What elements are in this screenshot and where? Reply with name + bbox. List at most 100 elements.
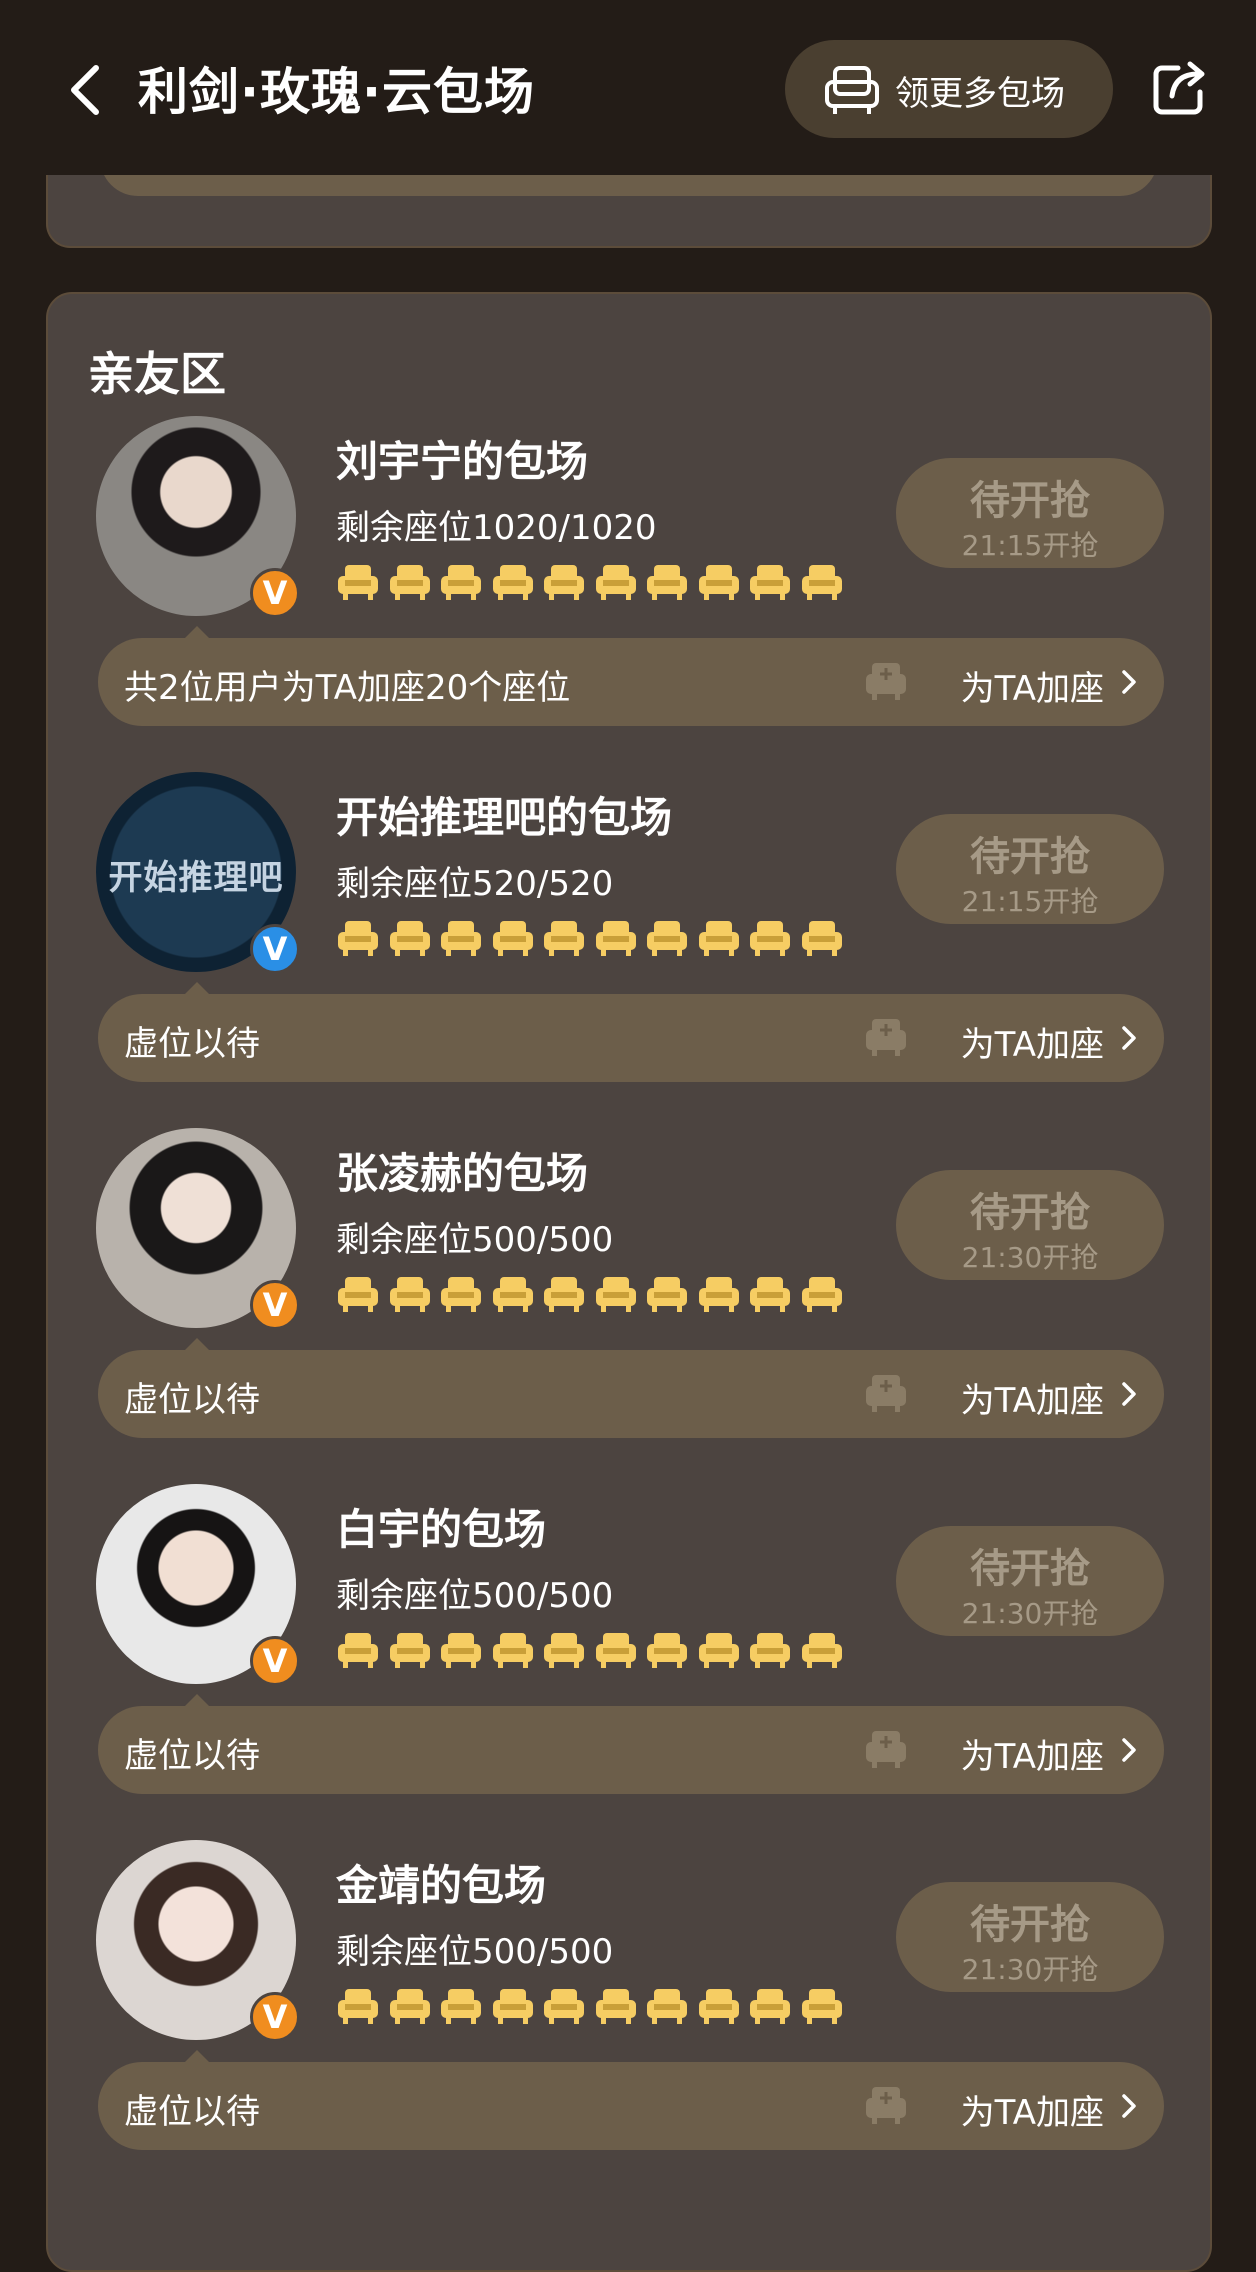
top-bar: 利剑·玫瑰·云包场 领更多包场: [0, 0, 1256, 175]
screening-name[interactable]: 开始推理吧的包场: [336, 784, 672, 845]
seat-icon: [542, 562, 586, 602]
add-seat-button[interactable]: 为TA加座: [866, 2080, 1138, 2133]
seat-icon: [748, 1630, 792, 1670]
seat-icon: [388, 1274, 432, 1314]
add-seat-info: 虚位以待: [124, 1736, 260, 1776]
chevron-right-icon: [1120, 1024, 1138, 1052]
seat-icon: [388, 1986, 432, 2026]
add-seat-icon: [864, 1372, 908, 1414]
share-icon[interactable]: [1152, 58, 1208, 118]
grab-button[interactable]: 待开抢 21:30开抢: [896, 1526, 1164, 1636]
seat-icon: [491, 918, 535, 958]
screening-name[interactable]: 刘宇宁的包场: [336, 428, 588, 489]
seat-icons: [336, 1986, 846, 2026]
screening-name[interactable]: 白宇的包场: [336, 1496, 546, 1557]
seat-icon: [594, 562, 638, 602]
chevron-right-icon: [1120, 1380, 1138, 1408]
screening-item: V 刘宇宁的包场 剩余座位1020/1020 待开抢 21:15开抢 共2位用户…: [48, 416, 1214, 736]
seat-icon: [800, 562, 844, 602]
seat-icon: [491, 1274, 535, 1314]
seat-icon: [336, 1986, 380, 2026]
chevron-right-icon: [1120, 668, 1138, 696]
remaining-seats: 剩余座位500/500: [336, 1220, 614, 1260]
seat-icon: [645, 918, 689, 958]
get-more-screenings-button[interactable]: 领更多包场: [785, 40, 1113, 138]
add-seat-button[interactable]: 为TA加座: [866, 1724, 1138, 1777]
seat-icon: [594, 1986, 638, 2026]
screening-item: V 金靖的包场 剩余座位500/500 待开抢 21:30开抢 虚位以待 为TA…: [48, 1840, 1214, 2160]
seat-icons: [336, 918, 846, 958]
seat-icon: [594, 1274, 638, 1314]
seat-icon: [594, 918, 638, 958]
seat-icon: [697, 1630, 741, 1670]
grab-button[interactable]: 待开抢 21:30开抢: [896, 1882, 1164, 1992]
add-seat-label: 为TA加座: [960, 1381, 1104, 1421]
screening-item: V 张凌赫的包场 剩余座位500/500 待开抢 21:30开抢 虚位以待 为T…: [48, 1128, 1214, 1448]
seat-icon: [388, 562, 432, 602]
seat-icon: [336, 918, 380, 958]
grab-button[interactable]: 待开抢 21:30开抢: [896, 1170, 1164, 1280]
screening-item: 开始推理吧 V 开始推理吧的包场 剩余座位520/520 待开抢 21:15开抢…: [48, 772, 1214, 1092]
grab-status: 待开抢: [970, 834, 1090, 880]
avatar-text: 开始推理吧: [108, 858, 284, 898]
seat-icon: [542, 918, 586, 958]
friends-section: 亲友区 V 刘宇宁的包场 剩余座位1020/1020 待开抢 21:15开抢 共…: [46, 292, 1212, 2272]
seat-icon: [439, 562, 483, 602]
verified-badge-icon: V: [250, 924, 300, 974]
add-seat-bar: 虚位以待 为TA加座: [98, 2062, 1164, 2150]
screening-name[interactable]: 张凌赫的包场: [336, 1140, 588, 1201]
grab-time: 21:30开抢: [961, 1953, 1099, 1986]
grab-button[interactable]: 待开抢 21:15开抢: [896, 814, 1164, 924]
screening-name[interactable]: 金靖的包场: [336, 1852, 546, 1913]
add-seat-icon: [864, 2084, 908, 2126]
add-seat-info: 虚位以待: [124, 2092, 260, 2132]
seat-icon: [491, 1630, 535, 1670]
seat-icon: [542, 1986, 586, 2026]
add-seat-label: 为TA加座: [960, 1737, 1104, 1777]
page-title: 利剑·玫瑰·云包场: [138, 63, 535, 121]
seat-icons: [336, 1274, 846, 1314]
remaining-seats: 剩余座位520/520: [336, 864, 614, 904]
grab-time: 21:30开抢: [961, 1597, 1099, 1630]
add-seat-icon: [864, 1016, 908, 1058]
seat-icon: [800, 1630, 844, 1670]
seat-icon: [645, 1630, 689, 1670]
seat-icon: [748, 1274, 792, 1314]
grab-time: 21:30开抢: [961, 1241, 1099, 1274]
verified-badge-icon: V: [250, 1280, 300, 1330]
grab-time: 21:15开抢: [961, 885, 1099, 918]
add-seat-bar: 虚位以待 为TA加座: [98, 1350, 1164, 1438]
add-seat-icon: [864, 1728, 908, 1770]
remaining-seats: 剩余座位500/500: [336, 1576, 614, 1616]
add-seat-label: 为TA加座: [960, 2093, 1104, 2133]
seat-icon: [748, 918, 792, 958]
add-seat-button[interactable]: 为TA加座: [866, 656, 1138, 709]
verified-badge-icon: V: [250, 1636, 300, 1686]
seat-icons: [336, 1630, 846, 1670]
verified-badge-icon: V: [250, 1992, 300, 2042]
grab-status: 待开抢: [970, 1902, 1090, 1948]
add-seat-info: 共2位用户为TA加座20个座位: [124, 668, 571, 708]
add-seat-button[interactable]: 为TA加座: [866, 1012, 1138, 1065]
seat-icon: [439, 918, 483, 958]
seat-icon: [800, 918, 844, 958]
verified-badge-icon: V: [250, 568, 300, 618]
seat-icon: [697, 1986, 741, 2026]
back-arrow-icon[interactable]: [62, 60, 112, 120]
chevron-right-icon: [1120, 1736, 1138, 1764]
grab-time: 21:15开抢: [961, 529, 1099, 562]
seat-icon: [491, 1986, 535, 2026]
seat-icons: [336, 562, 846, 602]
seat-icon: [697, 918, 741, 958]
grab-button[interactable]: 待开抢 21:15开抢: [896, 458, 1164, 568]
seat-icon: [439, 1274, 483, 1314]
grab-status: 待开抢: [970, 1190, 1090, 1236]
add-seat-button[interactable]: 为TA加座: [866, 1368, 1138, 1421]
seat-icon: [748, 1986, 792, 2026]
seat-icon: [491, 562, 535, 602]
seat-icon: [594, 1630, 638, 1670]
seat-icon: [645, 1274, 689, 1314]
remaining-seats: 剩余座位500/500: [336, 1932, 614, 1972]
seat-icon: [439, 1986, 483, 2026]
add-seat-info: 虚位以待: [124, 1024, 260, 1064]
